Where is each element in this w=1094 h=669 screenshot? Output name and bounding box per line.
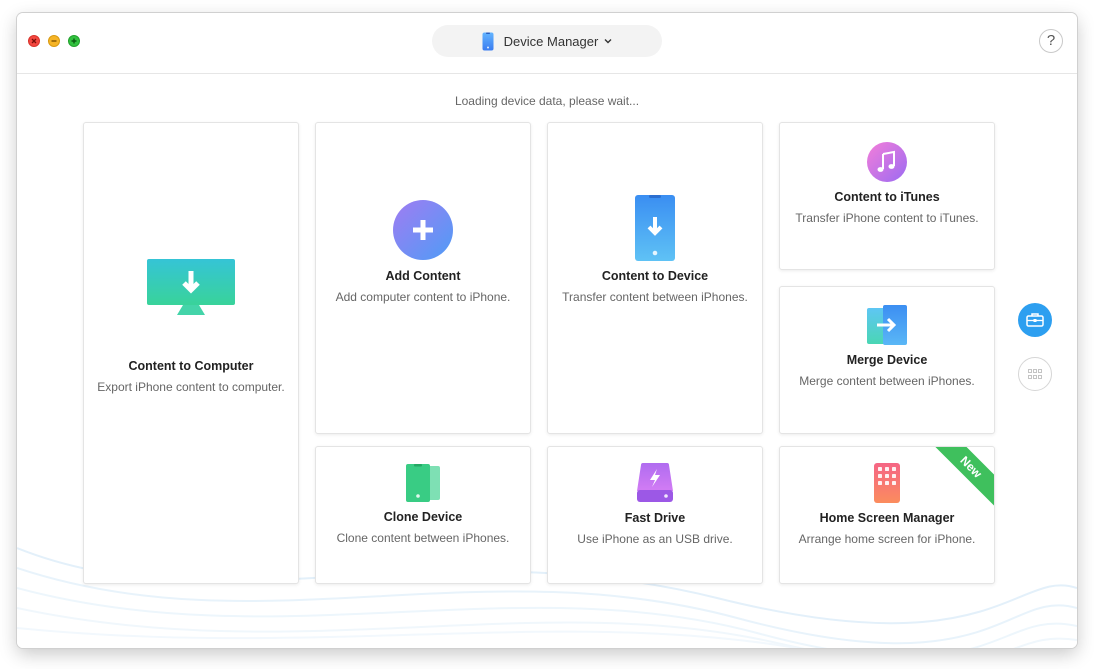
- fast-drive-card[interactable]: Fast Drive Use iPhone as an USB drive.: [547, 446, 763, 584]
- card-description: Add computer content to iPhone.: [335, 290, 511, 304]
- maximize-window-button[interactable]: [68, 35, 80, 47]
- card-description: Transfer iPhone content to iTunes.: [795, 211, 979, 225]
- clone-phones-icon: [316, 464, 530, 502]
- maximize-icon: [71, 38, 77, 44]
- monitor-download-icon: [84, 259, 298, 315]
- minimize-window-button[interactable]: [48, 35, 60, 47]
- card-title: Clone Device: [383, 510, 463, 524]
- card-title: Content to iTunes: [834, 190, 940, 204]
- main-content: Loading device data, please wait... Cont…: [17, 74, 1077, 648]
- toolbox-icon: [1026, 313, 1044, 327]
- card-title: Content to Computer: [128, 359, 254, 373]
- device-selector-label: Device Manager: [503, 33, 599, 49]
- title-bar: Device Manager ?: [17, 13, 1077, 74]
- content-to-computer-card[interactable]: Content to Computer Export iPhone conten…: [83, 122, 299, 584]
- add-content-card[interactable]: Add Content Add computer content to iPho…: [315, 122, 531, 434]
- plus-circle-icon: [316, 199, 530, 261]
- close-icon: [31, 38, 37, 44]
- card-description: Arrange home screen for iPhone.: [798, 532, 976, 546]
- music-note-icon: [780, 142, 994, 182]
- card-title: Merge Device: [846, 353, 928, 367]
- phone-download-icon: [548, 195, 762, 261]
- app-window: Device Manager ? Loading device data, pl…: [17, 13, 1077, 648]
- card-description: Transfer content between iPhones.: [562, 290, 748, 304]
- chevron-down-icon: [604, 38, 612, 44]
- phone-icon: [482, 32, 494, 51]
- merge-phones-icon: [780, 305, 994, 345]
- minimize-icon: [51, 40, 57, 42]
- home-screen-manager-card[interactable]: New Home Screen Manager Arrange home scr: [779, 446, 995, 584]
- loading-status-text: Loading device data, please wait...: [454, 94, 640, 108]
- usb-drive-icon: [548, 463, 762, 503]
- more-tools-button[interactable]: [1018, 357, 1052, 391]
- content-to-device-card[interactable]: Content to Device Transfer content betwe…: [547, 122, 763, 434]
- card-title: Content to Device: [601, 269, 709, 283]
- home-screen-icon: [780, 463, 994, 503]
- device-selector[interactable]: Device Manager: [432, 25, 662, 57]
- card-description: Use iPhone as an USB drive.: [577, 532, 733, 546]
- close-window-button[interactable]: [28, 35, 40, 47]
- card-title: Fast Drive: [624, 511, 686, 525]
- toolbox-button[interactable]: [1018, 303, 1052, 337]
- clone-device-card[interactable]: Clone Device Clone content between iPhon…: [315, 446, 531, 584]
- card-title: Add Content: [385, 269, 461, 283]
- card-description: Export iPhone content to computer.: [97, 380, 285, 394]
- content-to-itunes-card[interactable]: Content to iTunes Transfer iPhone conten…: [779, 122, 995, 270]
- card-description: Clone content between iPhones.: [336, 531, 510, 545]
- card-title: Home Screen Manager: [819, 511, 955, 525]
- help-button[interactable]: ?: [1039, 29, 1063, 53]
- grid-icon: [1028, 369, 1042, 379]
- merge-device-card[interactable]: Merge Device Merge content between iPhon…: [779, 286, 995, 434]
- card-description: Merge content between iPhones.: [799, 374, 975, 388]
